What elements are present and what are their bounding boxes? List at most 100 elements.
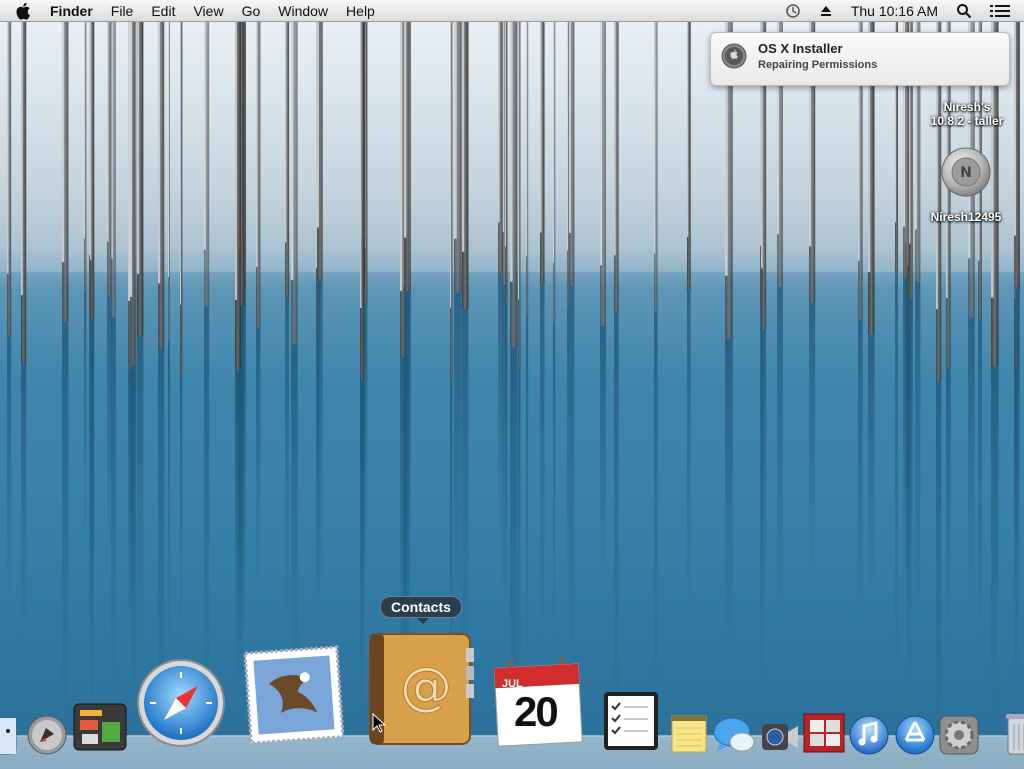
dock-messages-icon[interactable]	[712, 714, 756, 756]
spotlight-search-icon[interactable]	[956, 3, 972, 19]
tree-reflection	[285, 297, 290, 637]
notification-center-icon[interactable]	[990, 3, 1010, 19]
menubar-clock[interactable]: Thu 10:16 AM	[851, 3, 938, 19]
tree-snow	[404, 22, 407, 238]
dock-launchpad-icon[interactable]	[26, 714, 68, 756]
dock-facetime-icon[interactable]	[760, 718, 800, 754]
tree-reflection	[809, 302, 816, 584]
tree-reflection	[909, 299, 914, 568]
dock-notes-icon[interactable]	[670, 712, 708, 754]
tree-reflection	[62, 322, 69, 727]
tree-snow	[518, 22, 519, 300]
tree-reflection	[978, 320, 982, 651]
tree-reflection	[505, 302, 508, 574]
mouse-cursor-icon	[372, 712, 387, 733]
dock-trash-icon[interactable]	[1004, 712, 1024, 756]
eject-icon[interactable]	[819, 4, 833, 18]
desktop-icon-label-line1: Niresh's	[943, 100, 991, 114]
svg-text:@: @	[400, 657, 452, 717]
tree-snow	[204, 22, 206, 250]
tree-snow	[600, 22, 603, 266]
tree-snow	[454, 22, 457, 239]
menu-edit[interactable]: Edit	[142, 0, 184, 22]
tree-snow	[614, 22, 616, 256]
menu-finder[interactable]: Finder	[41, 0, 102, 22]
dock-app-store-icon[interactable]	[894, 714, 936, 756]
notification-banner[interactable]: OS X Installer Repairing Permissions	[710, 32, 1010, 86]
menu-go[interactable]: Go	[233, 0, 270, 22]
tree-reflection	[540, 285, 545, 652]
tree-reflection	[569, 285, 575, 678]
tree-reflection	[317, 278, 323, 599]
tree-snow	[317, 22, 319, 228]
tree-reflection	[858, 320, 863, 619]
tree-snow	[285, 22, 287, 243]
tree-reflection	[725, 339, 733, 653]
tree-reflection	[895, 272, 899, 692]
tree-reflection	[936, 380, 942, 768]
tree-snow	[687, 22, 689, 237]
time-machine-icon[interactable]	[785, 3, 801, 19]
tree-reflection	[915, 281, 921, 619]
menu-view[interactable]: View	[184, 0, 232, 22]
tree-snow	[505, 22, 506, 247]
tree-reflection	[168, 340, 171, 666]
tree-reflection	[462, 309, 469, 684]
menu-window[interactable]: Window	[269, 0, 337, 22]
tree-snow	[291, 22, 294, 280]
tree-snow	[567, 22, 568, 251]
tree-snow	[1014, 22, 1017, 236]
desktop-icon-installer-label[interactable]: Niresh's 10.8.2 - taller	[924, 100, 1010, 128]
tree-reflection	[107, 296, 112, 562]
tree-snow	[84, 22, 85, 239]
tree-reflection	[498, 272, 503, 549]
dock-system-preferences-icon[interactable]	[938, 714, 980, 756]
tree-snow	[137, 22, 140, 274]
tree-reflection	[7, 336, 12, 611]
dock-photo-booth-icon[interactable]	[802, 712, 846, 754]
tree-snow	[654, 22, 656, 254]
tree-reflection	[761, 329, 767, 652]
tree-reflection	[404, 291, 411, 619]
dock-itunes-icon[interactable]	[848, 714, 890, 756]
tree-reflection	[137, 336, 144, 641]
tree-reflection	[553, 322, 556, 661]
tree-reflection	[567, 307, 570, 603]
tree-reflection	[1014, 288, 1020, 576]
tree-reflection	[360, 379, 365, 738]
dock-safari-icon[interactable]	[136, 658, 226, 748]
tree-snow	[400, 22, 403, 291]
tree-reflection	[526, 314, 529, 680]
dock-reminders-icon[interactable]	[602, 690, 660, 752]
tree-reflection	[600, 326, 606, 587]
tree-snow	[235, 22, 238, 301]
tree-reflection	[614, 313, 619, 719]
apple-menu-icon[interactable]	[15, 0, 35, 22]
dock-mail-icon[interactable]	[240, 642, 348, 748]
tree-snow	[569, 22, 571, 233]
notification-body: Repairing Permissions	[758, 59, 878, 71]
svg-text:N: N	[960, 165, 972, 181]
tree-snow	[107, 22, 109, 242]
tree-reflection	[777, 286, 783, 620]
dock-tooltip: Contacts	[380, 596, 462, 624]
dock-dashboard-icon[interactable]	[72, 702, 128, 752]
tree-reflection	[454, 292, 462, 641]
menu-file[interactable]: File	[102, 0, 143, 22]
tree-snow	[498, 22, 500, 223]
tree-reflection	[84, 292, 87, 558]
desktop-disk-icon[interactable]: N	[940, 146, 992, 198]
menu-help[interactable]: Help	[337, 0, 384, 22]
tree-reflection	[90, 319, 94, 734]
installer-icon	[721, 43, 747, 69]
desktop-disk-label[interactable]: Niresh12495	[920, 210, 1012, 224]
tree-snow	[450, 22, 451, 308]
tree-reflection	[991, 366, 999, 730]
dock-finder-icon[interactable]	[0, 716, 18, 756]
tree-reflection	[291, 344, 298, 685]
tree-reflection	[903, 277, 910, 613]
tree-snow	[462, 22, 465, 252]
calendar-day: 20	[514, 688, 559, 735]
dock-calendar-icon[interactable]: JUL 20	[490, 652, 588, 748]
tree-reflection	[654, 311, 658, 713]
